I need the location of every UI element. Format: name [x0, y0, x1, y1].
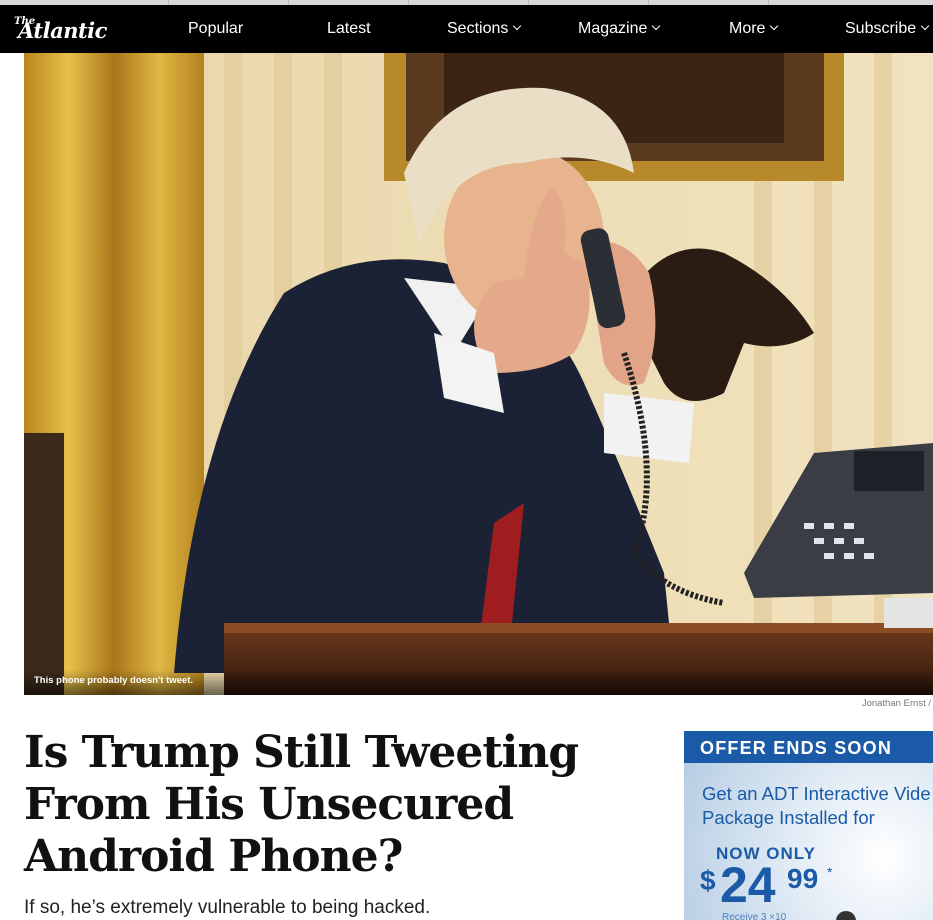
photo-caption-text: This phone probably doesn't tweet.	[34, 675, 194, 686]
nav-sections-label: Sections	[447, 20, 509, 37]
nav-latest-label: Latest	[327, 20, 371, 37]
ad-headline-line1: Get an ADT Interactive Vide	[702, 783, 931, 804]
nav-latest[interactable]: Latest	[327, 20, 371, 38]
ad-price-dollar: $	[700, 865, 716, 896]
ad-banner-text: OFFER ENDS SOON	[700, 738, 893, 758]
nav-more[interactable]: More	[729, 20, 779, 38]
chevron-down-icon	[513, 21, 522, 31]
chevron-down-icon	[770, 21, 779, 31]
ad-price-cents: 99	[787, 863, 819, 894]
nav-magazine[interactable]: Magazine	[578, 20, 661, 38]
site-navbar: The Atlantic Popular Latest Sections Mag…	[0, 5, 933, 53]
nav-popular-label: Popular	[188, 20, 244, 37]
nav-sections[interactable]: Sections	[447, 20, 522, 38]
ad-banner: OFFER ENDS SOON	[684, 731, 933, 763]
adt-advertisement[interactable]: OFFER ENDS SOON Get an ADT Interactive V…	[684, 731, 933, 920]
ad-price-asterisk: *	[827, 864, 833, 880]
nav-subscribe[interactable]: Subscribe	[845, 20, 930, 38]
nav-magazine-label: Magazine	[578, 20, 648, 37]
logo-wordmark: Atlantic	[18, 18, 107, 43]
chevron-down-icon	[652, 21, 661, 31]
ad-price-integer: 24	[720, 857, 776, 913]
nav-popular[interactable]: Popular	[188, 20, 243, 38]
article-headline: Is Trump Still Tweeting From His Unsecur…	[24, 727, 579, 882]
nav-more-label: More	[729, 20, 766, 37]
article-dek: If so, he’s extremely vulnerable to bein…	[24, 897, 431, 918]
ad-headline-line2: Package Installed for	[702, 807, 875, 828]
chevron-down-icon	[920, 21, 930, 31]
hero-photo: This phone probably doesn't tweet.	[24, 53, 933, 695]
hero-illustration	[24, 53, 933, 695]
ad-footnote: Receive 3 ×10	[722, 912, 787, 920]
photo-credit: Jonathan Ernst /	[861, 698, 931, 709]
nav-subscribe-label: Subscribe	[845, 20, 917, 37]
photo-caption: This phone probably doesn't tweet.	[24, 670, 933, 695]
